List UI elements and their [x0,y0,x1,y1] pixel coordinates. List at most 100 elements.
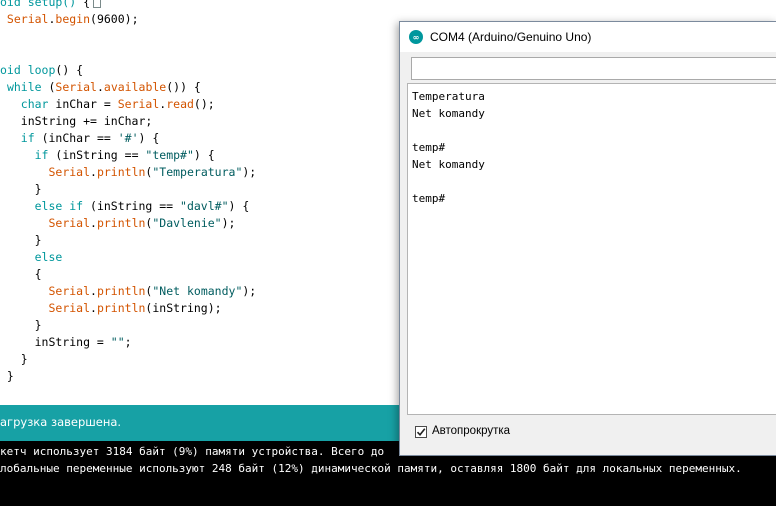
autoscroll-checkbox[interactable] [415,426,427,438]
code-token: (inChar == [34,131,118,145]
output-line: Net komandy [412,158,485,171]
code-token: println [96,284,146,298]
code-token: Serial [117,97,160,111]
svg-text:∞: ∞ [413,33,420,42]
code-token: oid setup() [0,0,84,9]
code-token: Serial [55,80,97,94]
code-token: . [90,284,97,298]
code-token: if [34,148,49,162]
code-token: Serial [48,216,91,230]
code-token: (inString); [145,301,222,315]
code-line: } [0,181,42,198]
console-line: лобальные переменные используют 248 байт… [0,462,742,475]
code-token: (inString == [83,199,181,213]
code-line: } [0,368,14,385]
code-token: else [34,250,63,264]
code-token: } [0,369,14,383]
code-token: inString += inChar; [0,114,153,128]
title-bar[interactable]: ∞ COM4 (Arduino/Genuino Uno) [400,22,776,52]
code-token: Serial [48,301,91,315]
code-line: } [0,317,42,334]
code-token: println [96,301,146,315]
code-line: Serial.println("Davlenie"); [0,215,235,232]
code-token: ()) { [166,80,201,94]
code-token: while [6,80,42,94]
code-token: ) { [193,148,215,162]
code-line: Serial.println(inString); [0,300,222,317]
code-token: } [0,318,42,332]
code-token: ); [242,165,257,179]
bracket-match-cursor [93,0,102,8]
code-token: ) { [138,131,160,145]
code-line: if (inString == "temp#") { [0,147,215,164]
code-line: Serial.begin(9600); [0,11,139,28]
code-token: begin [55,12,91,26]
code-token: println [96,165,146,179]
code-line: { [0,266,42,283]
code-line: oid loop() { [0,62,83,79]
code-line: inString = ""; [0,334,132,351]
code-token: ); [221,216,236,230]
code-token: '#' [117,131,139,145]
window-title: COM4 (Arduino/Genuino Uno) [430,30,592,44]
code-line: } [0,351,28,368]
status-message: агрузка завершена. [0,415,122,429]
arduino-logo-icon: ∞ [409,30,423,44]
code-token: inChar = [48,97,118,111]
code-token: char [20,97,49,111]
code-line: else if (inString == "davl#") { [0,198,250,215]
code-token: else if [34,199,84,213]
code-token: { [0,267,42,281]
send-input[interactable] [411,57,776,80]
code-token: ; [124,335,132,349]
code-token: } [0,233,42,247]
code-token: "Temperatura" [152,165,243,179]
code-token: . [96,80,104,94]
serial-output-area[interactable]: Temperatura Net komandy temp# Net komand… [407,83,776,415]
code-token: inString = [0,335,111,349]
output-line: temp# [412,192,446,205]
code-token: ); [242,284,257,298]
code-token: . [90,165,97,179]
output-line: Net komandy [412,107,485,120]
code-line: if (inChar == '#') { [0,130,160,147]
code-line: else [0,249,63,266]
code-token: if [20,131,35,145]
code-token: Serial [48,165,91,179]
code-token: read [166,97,194,111]
code-token: . [90,216,97,230]
code-token: . [90,301,97,315]
code-token: "" [110,335,125,349]
code-token: { [83,0,91,9]
code-token: loop [27,63,56,77]
code-line: oid setup() { [0,0,102,11]
code-line: } [0,232,42,249]
code-token: "davl#" [180,199,229,213]
code-line: Serial.println("Net komandy"); [0,283,256,300]
code-token: println [96,216,146,230]
code-token: (); [193,97,215,111]
code-token: () { [55,63,84,77]
code-token: available [103,80,167,94]
code-line: Serial.println("Temperatura"); [0,164,256,181]
code-line: inString += inChar; [0,113,153,130]
code-token: Serial [48,284,91,298]
code-line: char inChar = Serial.read(); [0,96,215,113]
code-token: Serial [0,12,49,26]
code-token: (inString == [48,148,146,162]
code-token: "temp#" [145,148,194,162]
code-token: "Net komandy" [152,284,243,298]
autoscroll-label: Автопрокрутка [432,425,511,437]
code-line: while (Serial.available()) { [0,79,201,96]
serial-monitor-window: ∞ COM4 (Arduino/Genuino Uno) Temperatura… [399,21,776,456]
console-line: кетч использует 3184 байт (9%) памяти ус… [0,445,385,458]
